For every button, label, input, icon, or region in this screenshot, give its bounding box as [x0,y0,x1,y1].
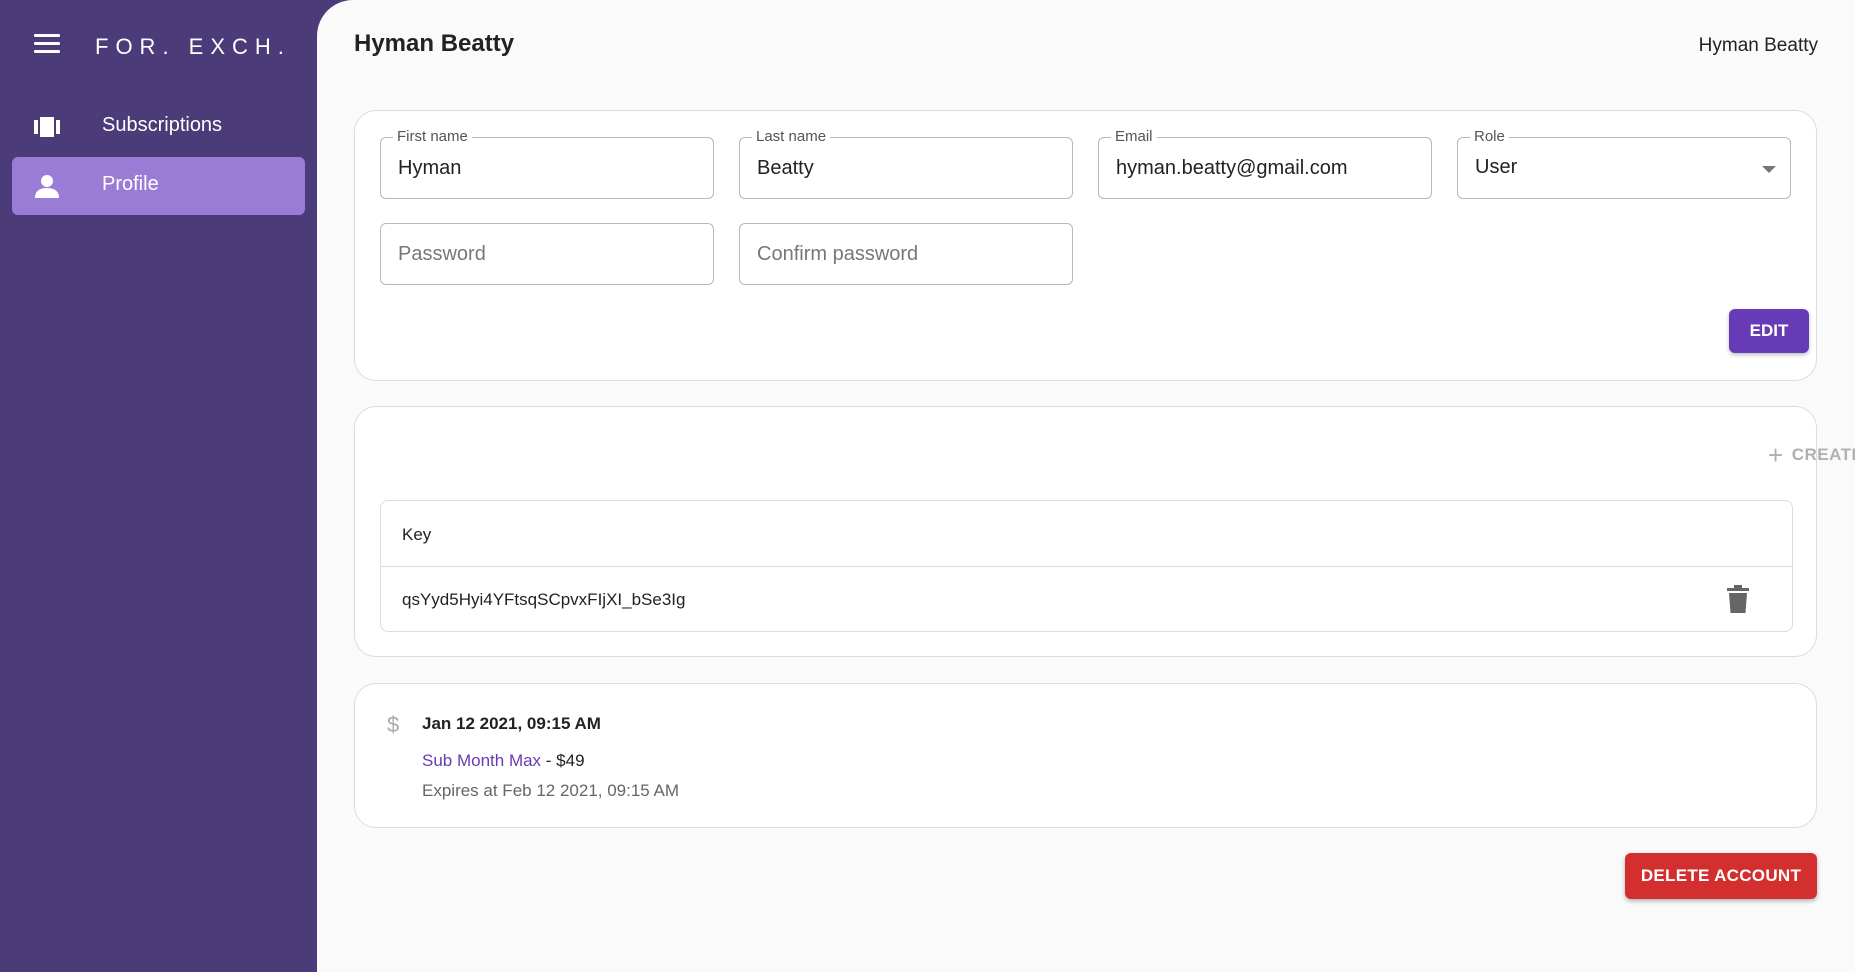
subscription-price: $49 [556,751,585,770]
table-row: qsYyd5Hyi4YFtsqSCpvxFIjXI_bSe3Ig [381,567,1792,631]
confirm-password-field [739,223,1073,285]
plan-separator: - [541,751,557,770]
profile-form-card: First name Last name Email Role User [354,110,1817,381]
brand-logo: FOR. EXCH. [95,34,291,59]
edit-button[interactable]: EDIT [1729,309,1809,353]
sidebar-item-label: Subscriptions [102,114,223,136]
subscription-plan-line: Sub Month Max - $49 [422,751,585,771]
column-header-key: Key [402,525,432,544]
table-header: Key [381,501,1792,567]
role-label: Role [1470,129,1509,145]
confirm-password-input[interactable] [757,243,1058,266]
dropdown-arrow-icon [1762,166,1776,173]
subscription-plan-link[interactable]: Sub Month Max [422,751,541,770]
first-name-field: First name [380,129,714,199]
page-title: Hyman Beatty [354,30,515,57]
password-field [380,223,714,285]
person-icon [35,175,59,198]
email-label: Email [1111,129,1157,145]
api-keys-card: + CREATE Key qsYyd5Hyi4YFtsqSCpvxFIjXI_b… [354,406,1855,657]
email-field: Email [1098,129,1432,199]
role-select[interactable]: Role User [1457,129,1791,199]
sidebar-item-label: Profile [102,173,159,195]
user-menu[interactable]: Hyman Beatty [1699,35,1818,57]
menu-icon[interactable] [30,30,64,56]
email-input[interactable] [1116,157,1417,180]
key-value: qsYyd5Hyi4YFtsqSCpvxFIjXI_bSe3Ig [402,590,686,609]
keys-table: Key qsYyd5Hyi4YFtsqSCpvxFIjXI_bSe3Ig [380,500,1793,632]
sidebar-item-subscriptions[interactable]: Subscriptions [12,98,305,156]
dollar-icon: $ [387,712,400,737]
sidebar-item-profile[interactable]: Profile [12,157,305,215]
first-name-label: First name [393,129,472,145]
create-key-button[interactable]: + CREATE [1768,439,1855,471]
main-panel: Hyman Beatty Hyman Beatty First name Las… [317,0,1855,972]
subscription-history-card: $ Jan 12 2021, 09:15 AM Sub Month Max - … [354,683,1817,828]
app-root: FOR. EXCH. Subscriptions Profile Hyman B… [0,0,1855,972]
password-input[interactable] [398,243,699,266]
sidebar: FOR. EXCH. Subscriptions Profile [0,0,317,972]
delete-account-button[interactable]: DELETE ACCOUNT [1625,853,1817,899]
subscription-expiry: Expires at Feb 12 2021, 09:15 AM [422,781,680,800]
subscription-date: Jan 12 2021, 09:15 AM [422,714,601,733]
last-name-input[interactable] [757,157,1058,180]
last-name-field: Last name [739,129,1073,199]
last-name-label: Last name [752,129,831,145]
delete-key-icon[interactable] [1726,585,1750,613]
first-name-input[interactable] [398,157,699,180]
plus-icon: + [1768,440,1784,470]
role-value: User [1475,156,1518,178]
subscriptions-icon [34,117,60,137]
create-label: CREATE [1791,445,1855,464]
